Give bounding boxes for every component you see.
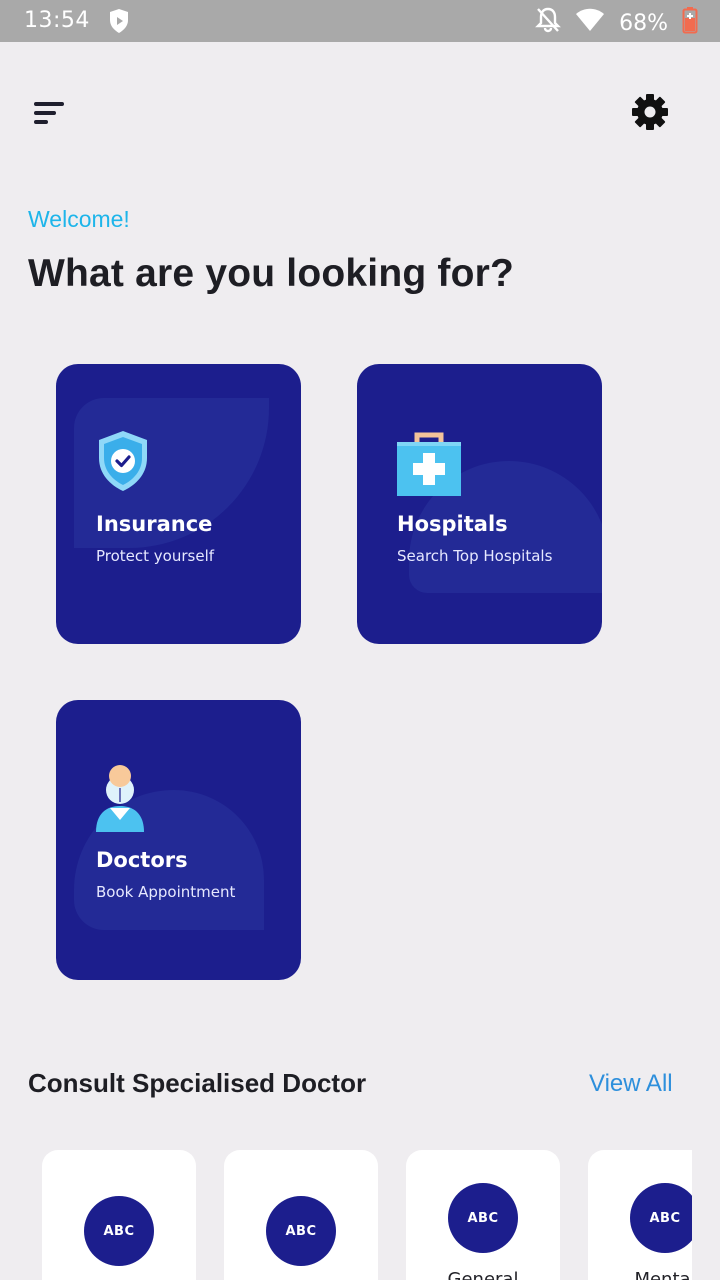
view-all-link[interactable]: View All: [589, 1070, 673, 1098]
battery-percent: 68%: [619, 10, 668, 36]
specialist-card[interactable]: ABC General: [406, 1150, 560, 1280]
specialist-avatar: ABC: [266, 1196, 336, 1266]
doctor-icon: [96, 764, 144, 839]
card-subtitle: Book Appointment: [96, 883, 236, 901]
specialist-card[interactable]: ABC: [224, 1150, 378, 1280]
hospitals-card[interactable]: Hospitals Search Top Hospitals: [357, 364, 602, 644]
specialist-avatar: ABC: [84, 1196, 154, 1266]
shield-check-icon: [96, 430, 150, 497]
specialist-label: General: [447, 1269, 519, 1280]
gear-icon[interactable]: [630, 92, 670, 132]
specialist-avatar: ABC: [448, 1183, 518, 1253]
status-bar: 13:54 68%: [0, 0, 720, 42]
card-title: Hospitals: [397, 512, 508, 536]
specialist-avatar: ABC: [630, 1183, 692, 1253]
specialist-list: ABC ABC ABC General ABC Mental: [42, 1150, 692, 1280]
medical-kit-icon: [397, 432, 461, 503]
page-title: What are you looking for?: [28, 252, 515, 295]
card-subtitle: Protect yourself: [96, 547, 215, 565]
card-title: Doctors: [96, 848, 188, 872]
insurance-card[interactable]: Insurance Protect yourself: [56, 364, 301, 644]
welcome-text: Welcome!: [28, 206, 130, 232]
specialist-label: Mental: [634, 1269, 692, 1280]
section-title: Consult Specialised Doctor: [28, 1068, 367, 1098]
specialist-card[interactable]: ABC: [42, 1150, 196, 1280]
card-title: Insurance: [96, 512, 213, 536]
specialist-card[interactable]: ABC Mental: [588, 1150, 692, 1280]
notifications-off-icon: [535, 6, 561, 40]
doctors-card[interactable]: Doctors Book Appointment: [56, 700, 301, 980]
card-subtitle: Search Top Hospitals: [397, 547, 553, 565]
shield-icon: [108, 8, 130, 34]
status-time: 13:54: [24, 8, 90, 33]
menu-icon[interactable]: [32, 98, 66, 128]
battery-charging-icon: [682, 6, 698, 40]
wifi-icon: [575, 8, 605, 38]
